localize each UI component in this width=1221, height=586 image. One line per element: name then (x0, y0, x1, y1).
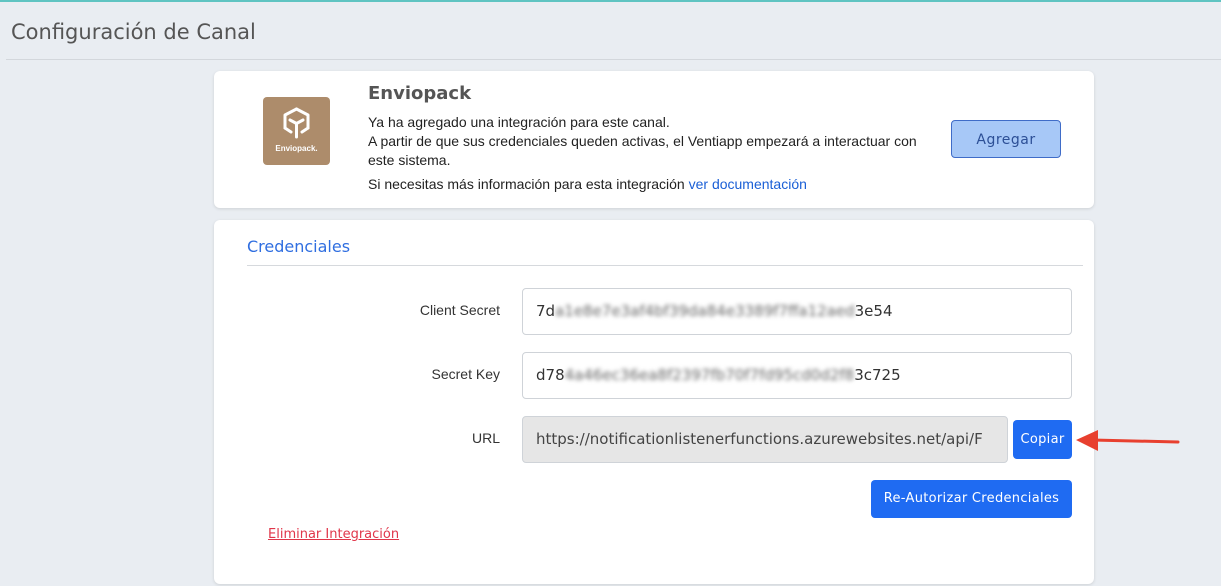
reauthorize-button[interactable]: Re-Autorizar Credenciales (871, 480, 1072, 518)
description-line-1: Ya ha agregado una integración para este… (368, 114, 670, 130)
secret-key-end: 3c725 (854, 366, 901, 384)
credentials-heading: Credenciales (247, 237, 351, 256)
client-secret-start: 7d (536, 302, 556, 320)
credentials-divider (247, 265, 1083, 266)
copy-button[interactable]: Copiar (1013, 420, 1072, 459)
add-button[interactable]: Agregar (951, 120, 1061, 158)
client-secret-label: Client Secret (419, 302, 500, 318)
logo-text: Enviopack. (275, 144, 318, 153)
red-arrow-icon (1076, 430, 1180, 451)
enviopack-logo: Enviopack. (263, 97, 330, 165)
integration-name: Enviopack (368, 83, 472, 104)
client-secret-end: 3e54 (854, 302, 893, 320)
documentation-link[interactable]: ver documentación (689, 176, 807, 192)
page-title: Configuración de Canal (11, 20, 256, 44)
client-secret-field[interactable]: 7da1e8e7e3af4bf39da84e3389f7ffa12aed3e54 (522, 288, 1072, 335)
more-info-text: Si necesitas más información para esta i… (368, 176, 685, 192)
title-divider (6, 59, 1221, 60)
url-label: URL (471, 430, 500, 446)
url-field[interactable]: https://notificationlistenerfunctions.az… (522, 416, 1008, 463)
secret-key-label: Secret Key (431, 366, 500, 382)
secret-key-start: d78 (536, 366, 565, 384)
credentials-card: Credenciales Client Secret 7da1e8e7e3af4… (214, 220, 1094, 584)
top-accent-line (0, 0, 1221, 2)
integration-card: Enviopack. Enviopack Ya ha agregado una … (214, 71, 1094, 208)
client-secret-hidden: a1e8e7e3af4bf39da84e3389f7ffa12aed (555, 302, 855, 320)
secret-key-field[interactable]: d784a46ec36ea8f2397fb70f7fd95cd0d2f83c72… (522, 352, 1072, 399)
more-info-line: Si necesitas más información para esta i… (368, 175, 938, 194)
enviopack-box-icon (283, 107, 310, 139)
integration-description: Ya ha agregado una integración para este… (368, 113, 938, 194)
delete-integration-link[interactable]: Eliminar Integración (268, 527, 399, 542)
description-line-2: A partir de que sus credenciales queden … (368, 133, 917, 168)
secret-key-hidden: 4a46ec36ea8f2397fb70f7fd95cd0d2f8 (564, 366, 855, 384)
